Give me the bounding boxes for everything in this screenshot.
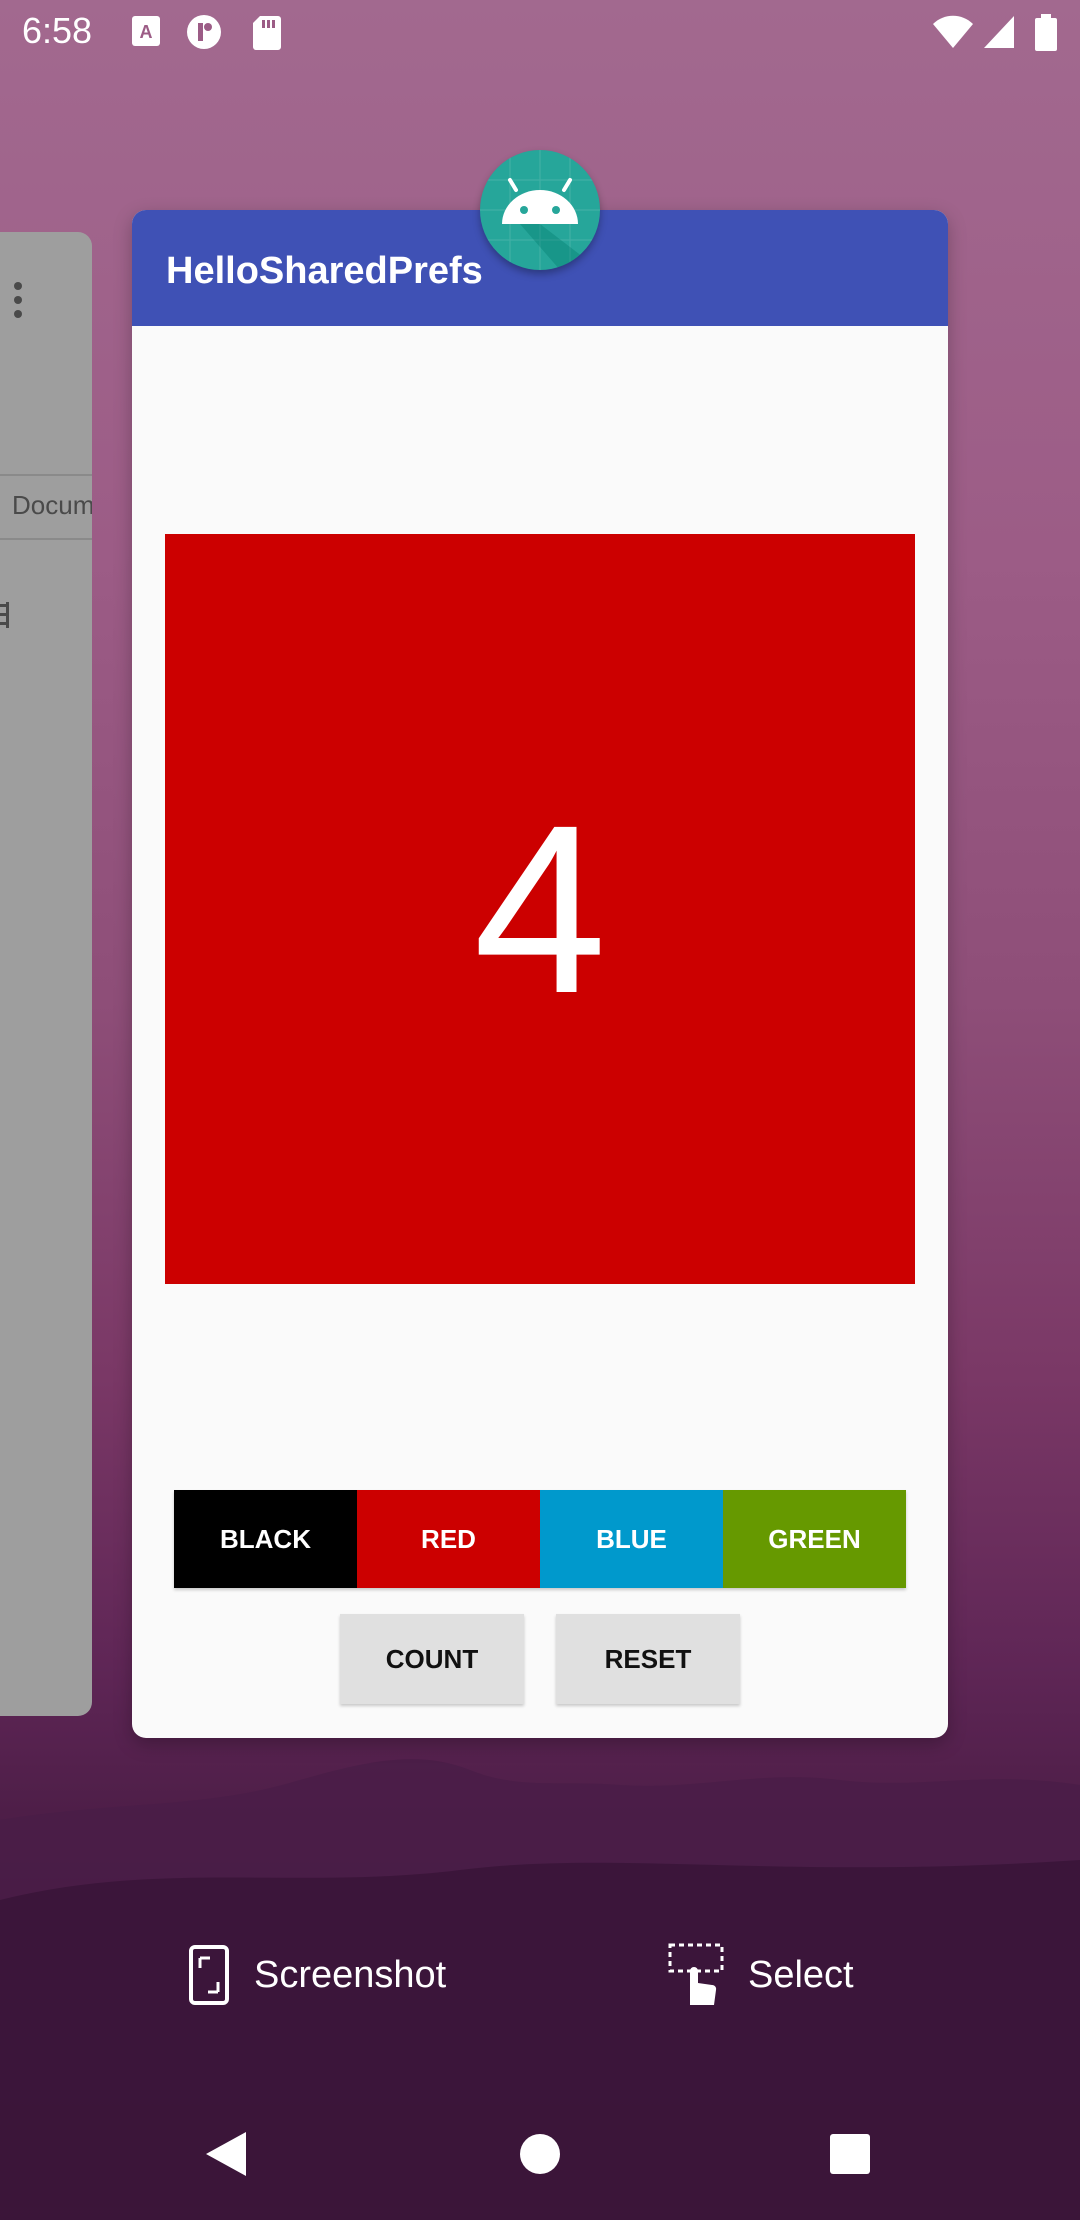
app-title: HelloSharedPrefs — [166, 250, 483, 292]
document-tab-label: Docum — [12, 490, 92, 520]
status-bar: 6:58 A — [0, 0, 1080, 68]
count-value: 4 — [473, 775, 607, 1043]
screenshot-icon — [189, 1945, 229, 2005]
divider — [0, 538, 92, 540]
select-button[interactable]: Select — [668, 1940, 854, 2010]
list-icon — [0, 602, 9, 628]
select-icon — [668, 1943, 724, 2005]
reset-button[interactable]: RESET — [556, 1614, 740, 1704]
wifi-icon — [933, 15, 973, 48]
black-button[interactable]: BLACK — [174, 1490, 357, 1588]
overflow-menu-icon — [14, 282, 22, 318]
svg-text:A: A — [140, 22, 153, 42]
signal-icon — [984, 16, 1014, 48]
home-icon[interactable] — [518, 2132, 562, 2176]
recent-app-card-hellosharedprefs[interactable]: HelloSharedPrefs 4 BLACK RED BLUE GREEN … — [132, 210, 948, 1738]
count-button[interactable]: COUNT — [340, 1614, 524, 1704]
screenshot-button[interactable]: Screenshot — [188, 1940, 446, 2010]
recents-icon[interactable] — [830, 2134, 870, 2174]
android-icon[interactable] — [480, 150, 600, 270]
blue-button[interactable]: BLUE — [540, 1490, 723, 1588]
notification-icon — [187, 15, 221, 49]
screenshot-label: Screenshot — [254, 1953, 447, 1996]
text-a-icon: A — [132, 16, 160, 46]
counter-display: 4 — [165, 534, 915, 1284]
navigation-bar — [0, 2110, 1080, 2220]
divider — [0, 474, 92, 476]
sd-card-icon — [253, 16, 281, 50]
back-icon[interactable] — [204, 2130, 248, 2178]
color-button-row: BLACK RED BLUE GREEN — [174, 1490, 906, 1588]
red-button[interactable]: RED — [357, 1490, 540, 1588]
recent-app-card-previous[interactable]: Docum — [0, 232, 92, 1716]
clock: 6:58 — [22, 10, 93, 51]
battery-icon — [1035, 14, 1057, 51]
green-button[interactable]: GREEN — [723, 1490, 906, 1588]
select-label: Select — [748, 1953, 854, 1996]
